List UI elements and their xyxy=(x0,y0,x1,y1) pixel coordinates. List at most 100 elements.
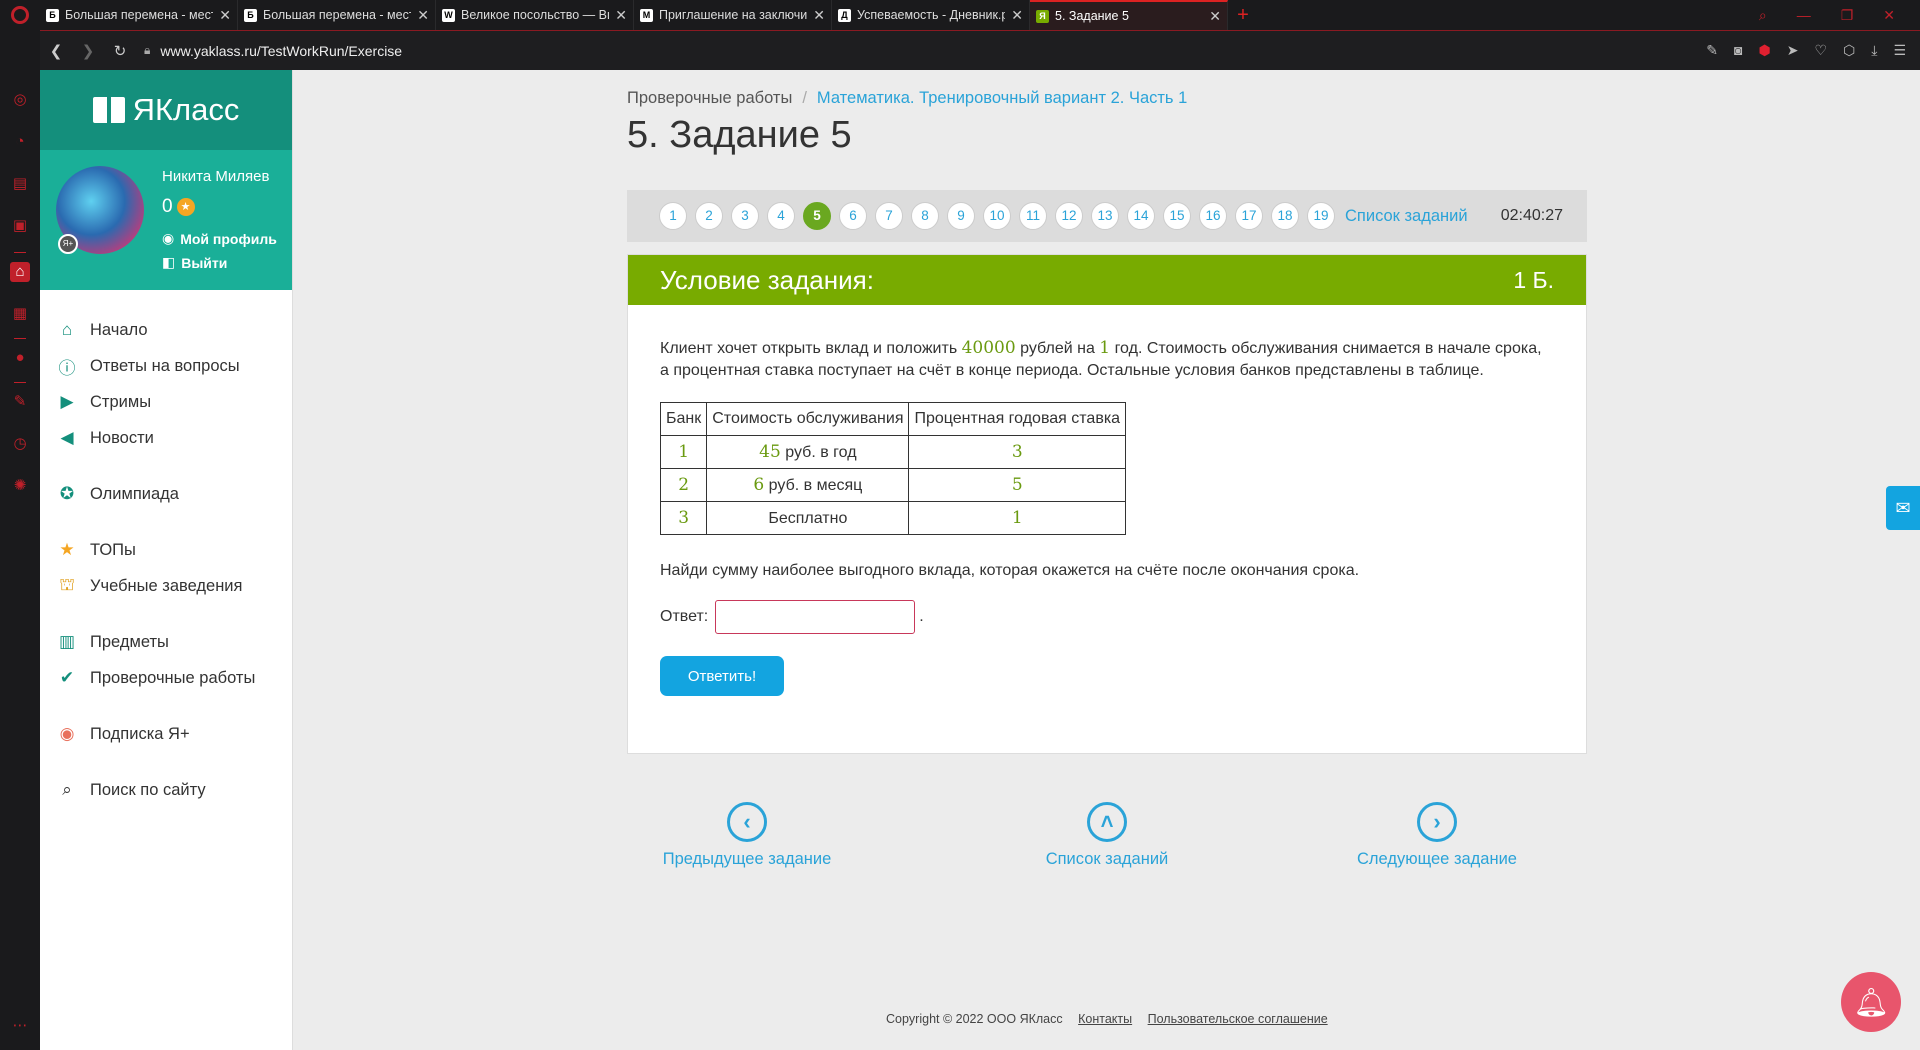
breadcrumb-current[interactable]: Математика. Тренировочный вариант 2. Час… xyxy=(817,89,1187,107)
bank-number: 3 xyxy=(678,508,690,528)
browser-tab[interactable]: Б Большая перемена - мест ✕ xyxy=(238,0,436,30)
task-list-link[interactable]: Список заданий xyxy=(1345,207,1468,226)
feedback-mail-icon[interactable]: ✉ xyxy=(1886,486,1920,530)
profile-link[interactable]: ◉ Мой профиль xyxy=(162,230,277,247)
breadcrumb-root[interactable]: Проверочные работы xyxy=(627,89,792,107)
site-logo[interactable]: ЯКласс xyxy=(40,70,292,150)
task-header-title: Условие задания: xyxy=(660,264,874,295)
table-row: 2 6 руб. в месяц 5 xyxy=(659,468,1127,502)
task-number-button[interactable]: 11 xyxy=(1019,202,1047,230)
task-number-button[interactable]: 3 xyxy=(731,202,759,230)
task-number-button[interactable]: 15 xyxy=(1163,202,1191,230)
subscription-icon: ◉ xyxy=(59,724,75,743)
menu-item-home[interactable]: ⌂ Начало xyxy=(40,312,292,348)
menu-item-subjects[interactable]: ▥ Предметы xyxy=(40,624,292,660)
tab-close-icon[interactable]: ✕ xyxy=(417,7,429,24)
task-number-button[interactable]: 13 xyxy=(1091,202,1119,230)
task-number-button[interactable]: 18 xyxy=(1271,202,1299,230)
games-icon[interactable]: ▦ xyxy=(10,304,30,324)
opera-logo-icon[interactable] xyxy=(0,0,40,30)
heart-icon[interactable]: ♡ xyxy=(1814,42,1827,59)
shield-icon[interactable]: ⬢ xyxy=(1758,42,1770,59)
briefcase-icon[interactable]: ▤ xyxy=(10,174,30,194)
edit-icon[interactable]: ✎ xyxy=(1706,42,1718,59)
history-icon[interactable]: ◷ xyxy=(10,434,30,454)
agreement-link[interactable]: Пользовательское соглашение xyxy=(1148,1012,1328,1026)
menu-item-subscription[interactable]: ◉ Подписка Я+ xyxy=(40,716,292,752)
task-number-button[interactable]: 10 xyxy=(983,202,1011,230)
menu-item-streams[interactable]: ▶ Стримы xyxy=(40,384,292,420)
logout-link[interactable]: ◧ Выйти xyxy=(162,254,227,271)
banks-table: Банк Стоимость обслуживания Процентная г… xyxy=(659,402,1127,535)
back-icon[interactable]: ❮ xyxy=(40,42,72,60)
browser-tab-active[interactable]: Я 5. Задание 5 ✕ xyxy=(1030,0,1228,30)
task-number-button[interactable]: 2 xyxy=(695,202,723,230)
menu-item-tops[interactable]: ★ ТОПы xyxy=(40,532,292,568)
minimize-icon[interactable]: — xyxy=(1797,7,1811,23)
close-window-icon[interactable]: ✕ xyxy=(1883,7,1895,24)
bookmarks-edit-icon[interactable]: ✎ xyxy=(10,392,30,412)
contacts-link[interactable]: Контакты xyxy=(1078,1012,1132,1026)
menu-item-news[interactable]: ◀ Новости xyxy=(40,420,292,456)
task-number-button[interactable]: 7 xyxy=(875,202,903,230)
reload-icon[interactable]: ↻ xyxy=(104,42,136,60)
new-tab-button[interactable]: + xyxy=(1228,0,1258,30)
twitch-icon[interactable]: ▣ xyxy=(10,216,30,236)
task-number-button[interactable]: 16 xyxy=(1199,202,1227,230)
tab-close-icon[interactable]: ✕ xyxy=(615,7,627,24)
forward-icon[interactable]: ❯ xyxy=(72,42,104,60)
browser-tab[interactable]: M Приглашение на заключи ✕ xyxy=(634,0,832,30)
rate-number: 5 xyxy=(1011,475,1023,495)
task-number-button[interactable]: 17 xyxy=(1235,202,1263,230)
task-number-button[interactable]: 1 xyxy=(659,202,687,230)
previous-task-link[interactable]: ‹ Предыдущее задание xyxy=(627,802,867,869)
menu-item-answers[interactable]: ⓘ Ответы на вопросы xyxy=(40,348,292,384)
notification-bell-icon[interactable]: 🔔︎ xyxy=(1841,972,1901,1032)
cost-text: Бесплатно xyxy=(768,510,848,527)
home-panel-icon[interactable]: ⌂ xyxy=(10,262,30,282)
download-icon[interactable]: ⤓ xyxy=(1871,42,1877,59)
task-number-button[interactable]: 9 xyxy=(947,202,975,230)
settings-sliders-icon[interactable]: ☰ xyxy=(1893,42,1906,59)
user-name[interactable]: Никита Миляев xyxy=(162,168,269,185)
browser-tab[interactable]: Б Большая перемена - мест ✕ xyxy=(40,0,238,30)
statement-part: Клиент хочет открыть вклад и положить xyxy=(660,340,962,357)
whatsapp-icon[interactable]: ● xyxy=(10,348,30,368)
url-field[interactable]: www.yaklass.ru/TestWorkRun/Exercise xyxy=(160,43,402,59)
camera-icon[interactable]: ◙ xyxy=(1734,42,1742,59)
task-number-button[interactable]: 6 xyxy=(839,202,867,230)
task-list-bottom-link[interactable]: ˄ Список заданий xyxy=(987,802,1227,869)
settings-icon[interactable]: ✺ xyxy=(10,476,30,496)
menu-item-olympiad[interactable]: ✪ Олимпиада xyxy=(40,476,292,512)
browser-tab[interactable]: Д Успеваемость - Дневник.р ✕ xyxy=(832,0,1030,30)
task-number-button[interactable]: 4 xyxy=(767,202,795,230)
menu-item-tests[interactable]: ✔ Проверочные работы xyxy=(40,660,292,696)
tab-search-icon[interactable]: ⌕ xyxy=(1759,7,1767,24)
tab-close-icon[interactable]: ✕ xyxy=(1011,7,1023,24)
tab-close-icon[interactable]: ✕ xyxy=(813,7,825,24)
task-number-button-current[interactable]: 5 xyxy=(803,202,831,230)
submit-answer-button[interactable]: Ответить! xyxy=(660,656,784,696)
task-number-button[interactable]: 12 xyxy=(1055,202,1083,230)
speed-dial-icon[interactable]: ◔ xyxy=(10,132,30,152)
menu-item-schools[interactable]: ⛫ Учебные заведения xyxy=(40,568,292,604)
send-icon[interactable]: ➤ xyxy=(1787,42,1799,59)
lock-icon[interactable]: 🔒︎ xyxy=(144,43,150,58)
menu-item-search[interactable]: ⌕ Поиск по сайту xyxy=(40,772,292,808)
table-cell-bank: 3 xyxy=(659,501,708,535)
task-number-button[interactable]: 8 xyxy=(911,202,939,230)
gamepad-icon[interactable]: ◎ xyxy=(10,90,30,110)
next-task-link[interactable]: › Следующее задание xyxy=(1317,802,1557,869)
more-icon[interactable]: ⋯ xyxy=(10,1016,30,1036)
cube-icon[interactable]: ⬡ xyxy=(1843,42,1855,59)
answer-input[interactable] xyxy=(715,600,916,634)
tab-close-icon[interactable]: ✕ xyxy=(219,7,231,24)
restore-icon[interactable]: ❐ xyxy=(1841,7,1854,24)
task-number-button[interactable]: 14 xyxy=(1127,202,1155,230)
question-icon: ⓘ xyxy=(58,358,76,378)
rate-number: 1 xyxy=(1011,508,1023,528)
tab-close-icon[interactable]: ✕ xyxy=(1209,8,1221,25)
task-number-button[interactable]: 19 xyxy=(1307,202,1335,230)
browser-tab[interactable]: W Великое посольство — Ви ✕ xyxy=(436,0,634,30)
tab-favicon-icon: Б xyxy=(46,8,59,22)
